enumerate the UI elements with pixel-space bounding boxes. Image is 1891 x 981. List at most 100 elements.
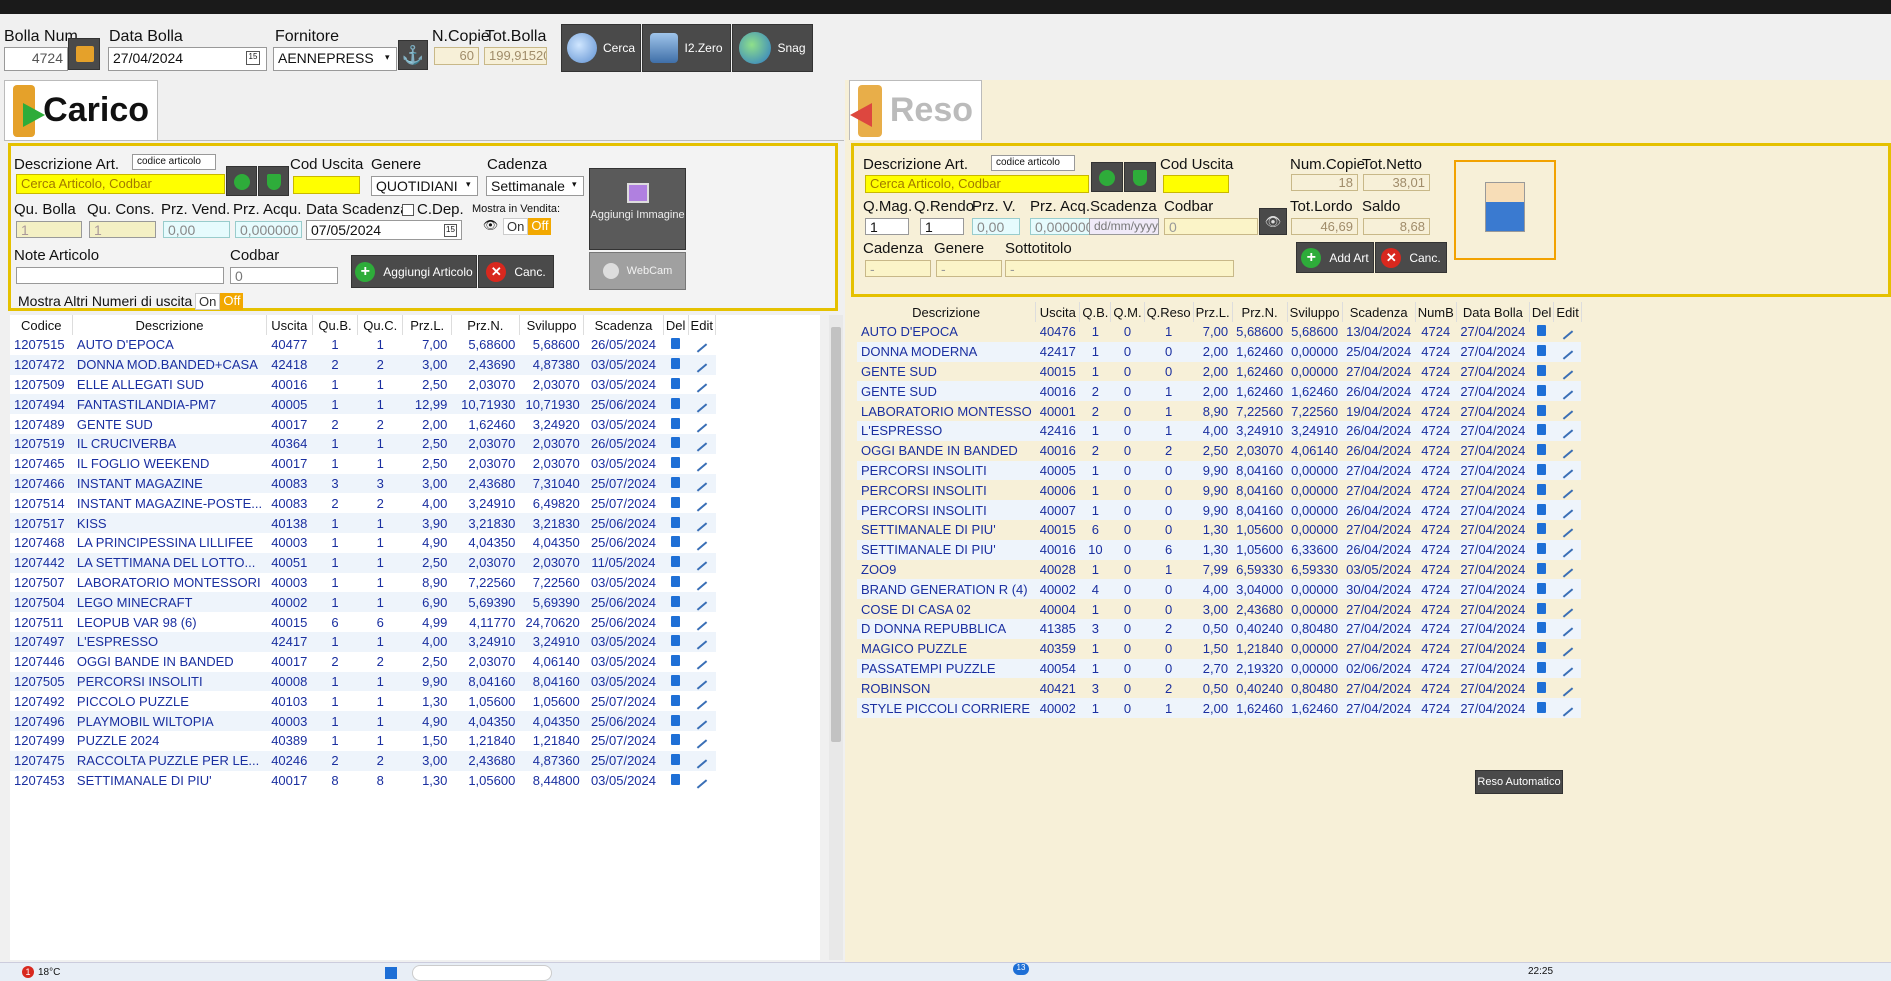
pencil-icon[interactable] <box>696 462 707 472</box>
pencil-icon[interactable] <box>696 561 707 571</box>
pencil-icon[interactable] <box>696 620 707 631</box>
edit-cell[interactable] <box>688 454 716 474</box>
column-header[interactable]: Edit <box>1553 302 1582 322</box>
edit-cell[interactable] <box>688 335 716 355</box>
delete-cell[interactable] <box>1529 678 1554 698</box>
edit-cell[interactable] <box>1554 520 1581 540</box>
edit-cell[interactable] <box>688 414 716 434</box>
edit-cell[interactable] <box>688 573 716 593</box>
reso-canc-button[interactable]: ✕ Canc. <box>1375 242 1447 273</box>
reso-cod-uscita-field[interactable] <box>1163 175 1229 193</box>
table-row[interactable]: 1207504 LEGO MINECRAFT 40002 1 1 6,90 5,69390 5… <box>10 592 716 613</box>
qrendo-field[interactable]: 1 <box>920 218 964 235</box>
edit-cell[interactable] <box>688 612 716 632</box>
delete-cell[interactable] <box>1529 579 1554 600</box>
trash-icon[interactable] <box>1537 325 1547 337</box>
edit-cell[interactable] <box>1554 401 1581 421</box>
pencil-icon[interactable] <box>1562 588 1573 598</box>
delete-cell[interactable] <box>1529 401 1554 421</box>
delete-cell[interactable] <box>663 731 688 751</box>
table-row[interactable]: 1207514 INSTANT MAGAZINE-POSTE... 40083 2 2 4… <box>10 493 716 513</box>
table-row[interactable]: 1207442 LA SETTIMANA DEL LOTTO... 40051 1 1 2… <box>10 552 716 573</box>
delete-cell[interactable] <box>663 375 688 395</box>
prz-vend-field[interactable]: 0,00 <box>163 221 230 238</box>
table-row[interactable]: 1207472 DONNA MOD.BANDED+CASA 42418 2 2 3,00 2… <box>10 354 716 375</box>
edit-cell[interactable] <box>688 631 716 652</box>
i2zero-button[interactable]: I2.Zero <box>642 24 731 72</box>
codbar-field[interactable]: 0 <box>230 267 338 284</box>
delete-cell[interactable] <box>1529 362 1554 382</box>
trash-icon[interactable] <box>1537 503 1547 515</box>
edit-cell[interactable] <box>1554 678 1581 698</box>
trash-icon[interactable] <box>671 397 681 409</box>
column-header[interactable]: Sviluppo <box>519 315 585 335</box>
cod-uscita-field[interactable] <box>293 176 360 194</box>
pencil-icon[interactable] <box>696 640 707 650</box>
table-row[interactable]: BRAND GENERATION R (4) 40002 4 0 0 4,00 3,0400… <box>857 579 1582 600</box>
carico-canc-button[interactable]: ✕ Canc. <box>478 255 554 288</box>
edit-cell[interactable] <box>688 493 716 513</box>
clock[interactable]: 22:25 <box>1528 966 1553 977</box>
trash-icon[interactable] <box>1537 463 1547 475</box>
pencil-icon[interactable] <box>696 719 707 730</box>
table-row[interactable]: DONNA MODERNA 42417 1 0 0 2,00 1,62460 0,00000 2… <box>857 341 1582 362</box>
trash-icon[interactable] <box>1537 681 1547 693</box>
table-row[interactable]: PERCORSI INSOLITI 40006 1 0 0 9,90 8,04160 0,00… <box>857 480 1581 500</box>
delete-cell[interactable] <box>1529 639 1554 659</box>
edit-cell[interactable] <box>688 671 716 692</box>
trash-icon[interactable] <box>1537 483 1547 495</box>
column-header[interactable]: Q.B. <box>1079 302 1112 322</box>
note-field[interactable] <box>16 267 224 284</box>
column-header[interactable]: Del <box>663 315 689 335</box>
column-header[interactable]: Data Bolla <box>1456 302 1530 322</box>
table-row[interactable]: 1207507 LABORATORIO MONTESSORI 40003 1 1 8,90… <box>10 573 716 593</box>
pencil-icon[interactable] <box>1562 350 1573 360</box>
trash-icon[interactable] <box>671 635 681 647</box>
trash-icon[interactable] <box>1537 642 1547 654</box>
edit-cell[interactable] <box>1554 480 1581 500</box>
delete-cell[interactable] <box>663 671 688 692</box>
trash-icon[interactable] <box>671 457 681 469</box>
pencil-icon[interactable] <box>696 363 707 373</box>
column-header[interactable]: Sviluppo <box>1287 302 1343 322</box>
edit-cell[interactable] <box>688 552 716 573</box>
column-header[interactable]: Del <box>1529 302 1555 322</box>
table-row[interactable]: 1207446 OGGI BANDE IN BANDED 40017 2 2 2,50 2,… <box>10 652 716 672</box>
trash-icon[interactable] <box>1537 345 1547 357</box>
pencil-icon[interactable] <box>1562 409 1573 420</box>
reso-eye-button[interactable]: 👁 <box>1259 208 1287 235</box>
table-row[interactable]: 1207496 PLAYMOBIL WILTOPIA 40003 1 1 4,90 4,04… <box>10 711 716 731</box>
pencil-icon[interactable] <box>696 601 707 611</box>
trash-icon[interactable] <box>671 476 681 488</box>
edit-cell[interactable] <box>688 691 716 711</box>
delete-cell[interactable] <box>1529 500 1554 520</box>
table-row[interactable]: 1207511 LEOPUB VAR 98 (6) 40015 6 6 4,99 4,117… <box>10 612 716 632</box>
bolla-num-field[interactable]: 4724 <box>4 47 68 71</box>
table-row[interactable]: 1207517 KISS 40138 1 1 3,90 3,21830 3,21830 25/0… <box>10 513 716 533</box>
trash-icon[interactable] <box>671 575 681 587</box>
table-row[interactable]: MAGICO PUZZLE 40359 1 0 0 1,50 1,21840 0,00000 2… <box>857 639 1581 659</box>
trash-icon[interactable] <box>1537 562 1547 574</box>
table-row[interactable]: 1207499 PUZZLE 2024 40389 1 1 1,50 1,21840 1,21… <box>10 731 716 751</box>
column-header[interactable]: Prz.L. <box>1193 302 1233 322</box>
pencil-icon[interactable] <box>696 521 707 532</box>
qu-bolla-field[interactable]: 1 <box>16 221 82 238</box>
edit-cell[interactable] <box>688 354 716 375</box>
pencil-icon[interactable] <box>696 403 707 413</box>
pencil-icon[interactable] <box>696 581 707 591</box>
pencil-icon[interactable] <box>1562 390 1573 400</box>
edit-cell[interactable] <box>688 771 716 791</box>
delete-cell[interactable] <box>663 533 688 553</box>
pencil-icon[interactable] <box>1562 508 1573 519</box>
table-row[interactable]: 1207494 FANTASTILANDIA-PM7 40005 1 1 12,99 10,… <box>10 394 716 415</box>
pencil-icon[interactable] <box>1562 469 1573 479</box>
delete-cell[interactable] <box>663 750 688 771</box>
trash-icon[interactable] <box>671 674 681 686</box>
prza-field[interactable]: 0,000000 <box>1030 218 1097 235</box>
table-row[interactable]: COSE DI CASA 02 40004 1 0 0 3,00 2,43680 0,0000… <box>857 599 1581 619</box>
column-header[interactable]: Codice <box>10 315 74 335</box>
trash-icon[interactable] <box>1537 582 1547 594</box>
table-row[interactable]: 1207515 AUTO D'EPOCA 40477 1 1 7,00 5,68600 5,6… <box>10 335 716 355</box>
qu-cons-field[interactable]: 1 <box>89 221 156 238</box>
table-row[interactable]: PERCORSI INSOLITI 40005 1 0 0 9,90 8,04160 0,00… <box>857 460 1582 481</box>
